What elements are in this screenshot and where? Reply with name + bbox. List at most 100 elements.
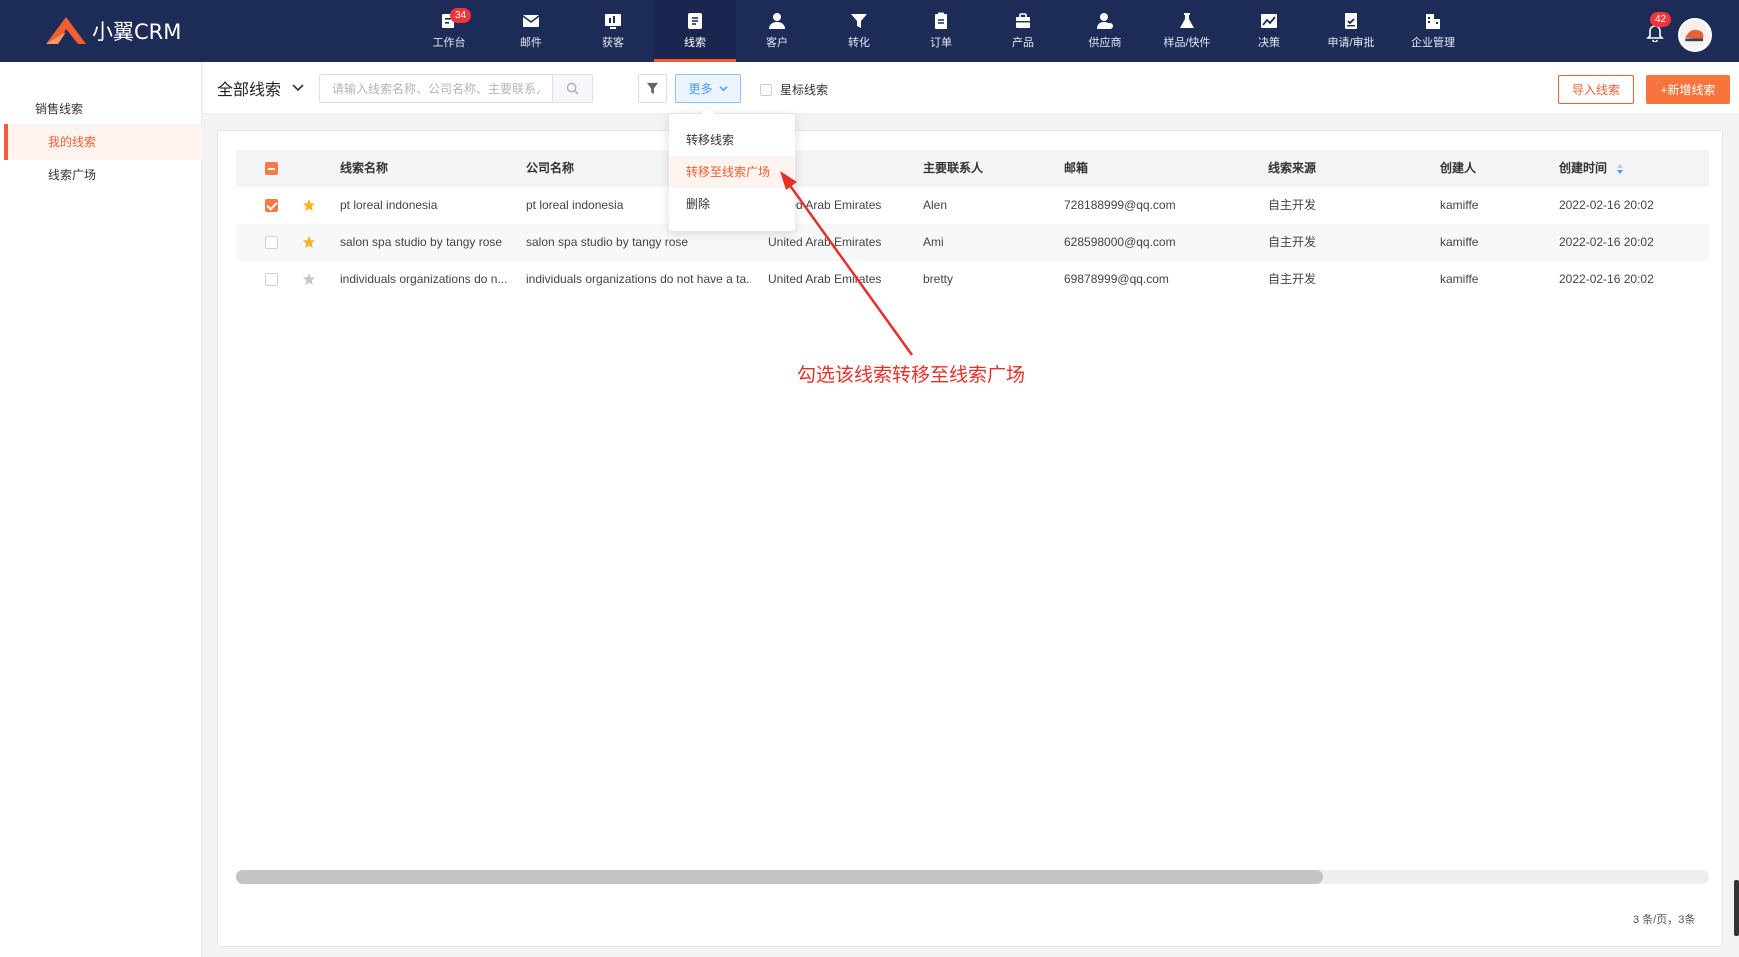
cell-contact: bretty [923,272,954,286]
star-icon[interactable] [302,198,316,212]
company-icon [1426,14,1440,29]
sidebar-group-title: 销售线索 [35,102,84,116]
more-button[interactable]: 更多 [675,74,741,103]
nav-item-leads[interactable]: 线索 [654,0,736,62]
starred-filter-label: 星标线索 [780,83,829,97]
nav-item-supplier[interactable]: 供应商 [1064,0,1146,62]
table-header: 线索名称 公司名称 主要联系人 邮箱 线索来源 创建人 创建时间 [236,150,1709,187]
sidebar-item-my-leads[interactable]: 我的线索 [4,124,202,160]
cell-created-time: 2022-02-16 20:02 [1559,272,1654,286]
pagination-info: 3 条/页，3条 [1633,914,1696,926]
search-box [319,74,593,103]
row-checkbox[interactable] [265,199,278,212]
sidebar-item-lead-square[interactable]: 线索广场 [4,157,202,193]
chevron-down-icon [718,86,728,92]
table-row[interactable]: salon spa studio by tangy rose salon spa… [236,224,1709,261]
nav-item-product[interactable]: 产品 [982,0,1064,62]
product-icon [1016,13,1030,28]
table-row[interactable]: pt loreal indonesia pt loreal indonesia … [236,187,1709,224]
nav-item-acquire[interactable]: 获客 [572,0,654,62]
column-header-creator[interactable]: 创建人 [1440,150,1476,187]
column-header-lead-name[interactable]: 线索名称 [340,150,388,187]
column-header-company[interactable]: 公司名称 [526,150,574,187]
row-checkbox[interactable] [265,273,278,286]
row-checkbox[interactable] [265,236,278,249]
chevron-down-icon [292,84,304,92]
right-edge-handle [1734,880,1739,936]
cell-email: 628598000@qq.com [1064,235,1176,249]
nav-item-sample[interactable]: 样品/快件 [1146,0,1228,62]
menu-item-transfer-lead[interactable]: 转移线索 [669,124,795,156]
toolbar: 全部线索 更多 星标线索 导入线索 +新增线索 [203,62,1739,114]
cell-created-time: 2022-02-16 20:02 [1559,198,1654,212]
leads-table-card: 线索名称 公司名称 主要联系人 邮箱 线索来源 创建人 创建时间 pt lore… [217,130,1723,947]
cell-lead-name[interactable]: salon spa studio by tangy rose [340,224,510,261]
cell-country: United Arab Emirates [768,272,882,286]
nav-item-convert[interactable]: 转化 [818,0,900,62]
import-leads-button[interactable]: 导入线索 [1558,75,1634,104]
more-dropdown-menu: 转移线索 转移至线索广场 删除 [669,114,795,231]
filter-button[interactable] [638,74,667,103]
cell-lead-name[interactable]: pt loreal indonesia [340,187,510,224]
decision-icon [1261,14,1277,28]
cell-contact: Alen [923,198,948,212]
nav-item-workbench[interactable]: 工作台 34 [408,0,490,62]
nav-item-mail[interactable]: 邮件 [490,0,572,62]
table-row[interactable]: individuals organizations do n... indivi… [236,261,1709,298]
cell-creator: kamiffe [1440,235,1479,249]
star-icon[interactable] [302,272,316,286]
column-header-email[interactable]: 邮箱 [1064,150,1088,187]
nav-item-approval[interactable]: 申请/审批 [1310,0,1392,62]
cell-contact: Ami [923,235,944,249]
starred-checkbox[interactable] [760,83,772,96]
cell-email: 69878999@qq.com [1064,272,1169,286]
search-input[interactable] [320,75,552,102]
sidebar: 销售线索 我的线索 线索广场 [0,62,202,957]
column-header-contact[interactable]: 主要联系人 [923,150,983,187]
logo-mark-icon [46,17,86,44]
column-header-created-time[interactable]: 创建时间 [1559,150,1624,187]
mail-icon [522,15,540,27]
search-icon [566,82,579,95]
select-all-checkbox[interactable] [265,162,278,175]
column-header-created-time-label: 创建时间 [1559,161,1608,175]
user-avatar[interactable] [1678,18,1712,52]
starred-filter[interactable]: 星标线索 [760,81,828,98]
horizontal-scrollbar[interactable] [236,870,1709,884]
order-icon [935,12,947,29]
menu-item-delete[interactable]: 删除 [669,188,795,220]
star-icon[interactable] [302,235,316,249]
nav-item-order[interactable]: 订单 [900,0,982,62]
sort-icon[interactable] [1616,163,1624,175]
cell-creator: kamiffe [1440,272,1479,286]
cell-source: 自主开发 [1268,235,1317,249]
nav-item-company[interactable]: 企业管理 [1392,0,1474,62]
search-button[interactable] [552,75,592,102]
cell-lead-name[interactable]: individuals organizations do n... [340,261,510,298]
menu-item-move-to-lead-square[interactable]: 转移至线索广场 [669,156,795,188]
column-header-source[interactable]: 线索来源 [1268,150,1316,187]
brand-logo[interactable]: 小翼CRM [44,14,181,48]
top-navigation-bar: 小翼CRM 工作台 34 邮件 获客 线索 客户 转化 订单 产品 供应商 样品… [0,0,1739,62]
avatar-icon [1680,20,1707,47]
acquire-icon [605,14,621,29]
nav-item-customer[interactable]: 客户 [736,0,818,62]
customer-icon [769,13,785,29]
new-lead-button[interactable]: +新增线索 [1646,75,1730,104]
workbench-badge: 34 [450,8,472,23]
cell-created-time: 2022-02-16 20:02 [1559,235,1654,249]
nav-item-decision[interactable]: 决策 [1228,0,1310,62]
supplier-icon [1097,13,1113,29]
cell-email: 728188999@qq.com [1064,198,1176,212]
approval-icon [1345,13,1357,29]
scrollbar-thumb[interactable] [236,870,1323,884]
brand-name: 小翼CRM [92,20,182,44]
notification-bell[interactable]: 42 [1645,12,1672,43]
view-selector[interactable]: 全部线索 [217,76,305,100]
more-button-label: 更多 [688,82,713,96]
notification-badge: 42 [1650,12,1672,27]
view-selector-label: 全部线索 [217,82,282,99]
leads-icon [688,13,702,29]
annotation-text: 勾选该线索转移至线索广场 [797,364,1026,386]
funnel-icon [851,14,867,28]
